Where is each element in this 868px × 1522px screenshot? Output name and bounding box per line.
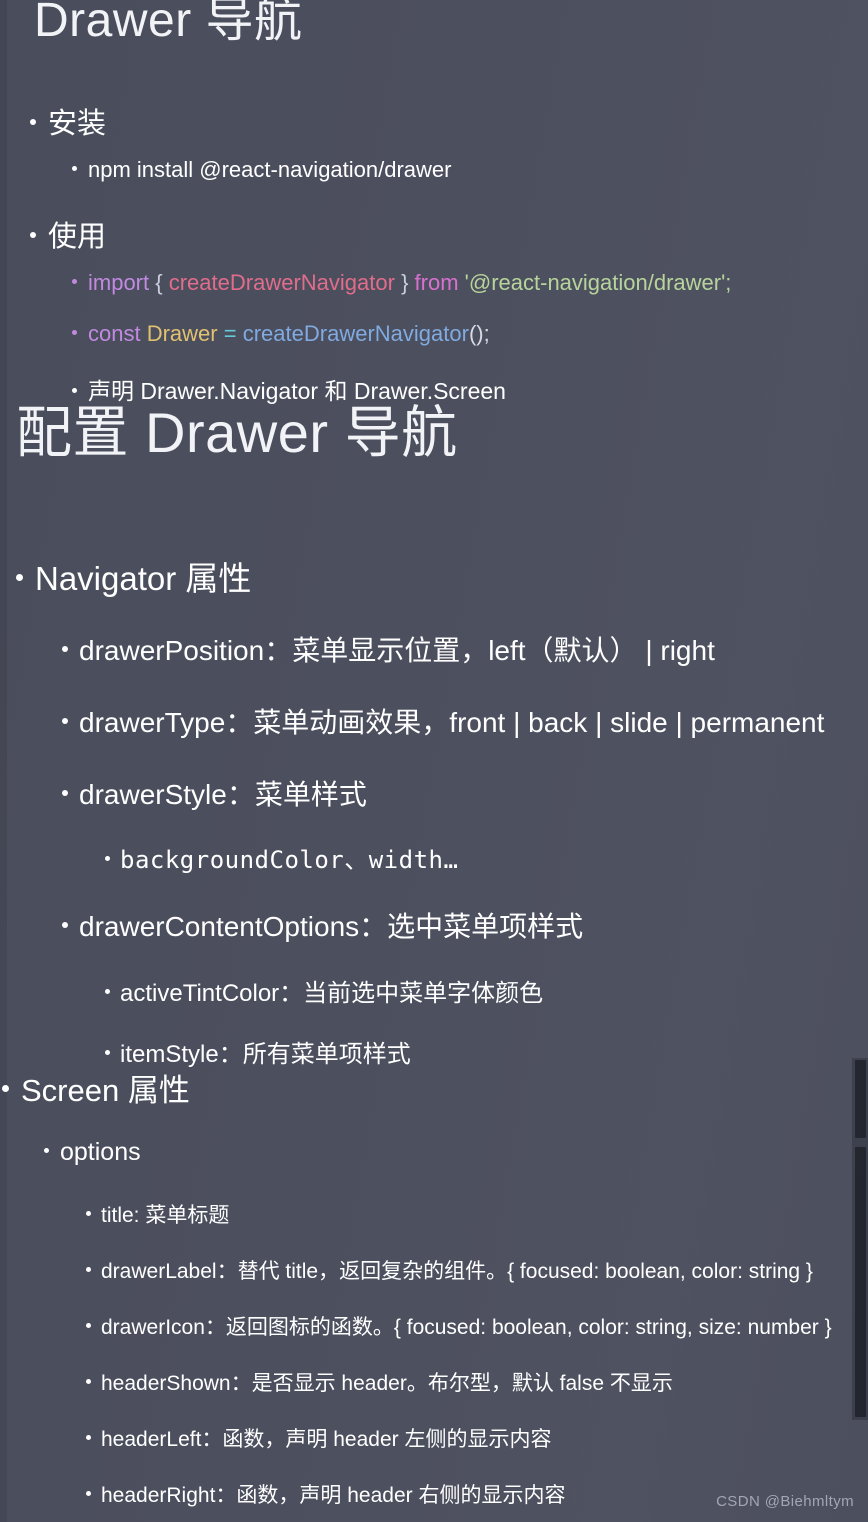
token-brace-open: { bbox=[155, 270, 163, 295]
section-heading-navigator: Navigator 属性 bbox=[16, 552, 251, 600]
bullet-icon bbox=[16, 574, 23, 581]
list-item: drawerContentOptions：选中菜单项样式 bbox=[62, 905, 583, 945]
list-item-label: headerRight：函数，声明 header 右侧的显示内容 bbox=[101, 1484, 566, 1507]
bullet-icon bbox=[72, 279, 77, 284]
vertical-scrollbar-thumb-lower[interactable] bbox=[855, 1147, 866, 1417]
bullet-icon bbox=[2, 1085, 9, 1092]
bullet-icon bbox=[72, 330, 77, 335]
bullet-icon bbox=[86, 1379, 91, 1384]
list-item: npm install @react-navigation/drawer bbox=[72, 157, 452, 183]
token-variable-name: Drawer bbox=[146, 321, 218, 346]
list-item: drawerStyle：菜单样式 bbox=[62, 773, 367, 813]
bullet-icon bbox=[62, 922, 68, 928]
screen-glare-overlay bbox=[0, 0, 868, 1522]
list-item-label: 安装 bbox=[48, 108, 107, 140]
list-item: title: 菜单标题 bbox=[86, 1199, 229, 1229]
bullet-icon bbox=[86, 1323, 91, 1328]
code-tokens: const Drawer = createDrawerNavigator(); bbox=[88, 321, 490, 347]
watermark-label: CSDN @Biehmltym bbox=[716, 1493, 854, 1510]
token-identifier: createDrawerNavigator bbox=[168, 270, 395, 295]
bullet-icon bbox=[62, 790, 68, 796]
list-item-label: headerLeft：函数，声明 header 左侧的显示内容 bbox=[101, 1428, 552, 1451]
list-item: drawerPosition：菜单显示位置，left（默认） | right bbox=[62, 629, 715, 669]
page-title-configure-drawer: 配置 Drawer 导航 bbox=[16, 401, 458, 464]
bullet-icon bbox=[62, 718, 68, 724]
bullet-icon bbox=[86, 1435, 91, 1440]
bullet-icon bbox=[105, 1050, 110, 1055]
list-item: headerRight：函数，声明 header 右侧的显示内容 bbox=[86, 1479, 565, 1509]
token-module-string: '@react-navigation/drawer'; bbox=[464, 270, 732, 295]
bullet-icon bbox=[30, 119, 36, 125]
bullet-icon bbox=[105, 989, 110, 994]
code-line-import: import { createDrawerNavigator } from '@… bbox=[72, 270, 731, 296]
list-item: headerLeft：函数，声明 header 左侧的显示内容 bbox=[86, 1423, 551, 1453]
section-heading-screen: Screen 属性 bbox=[2, 1065, 190, 1110]
list-item-label: backgroundColor、width… bbox=[120, 846, 459, 874]
list-item-label: options bbox=[60, 1138, 141, 1166]
list-item-label: drawerStyle：菜单样式 bbox=[79, 779, 367, 810]
token-function-name: createDrawerNavigator bbox=[242, 321, 469, 346]
list-item: itemStyle：所有菜单项样式 bbox=[105, 1034, 411, 1069]
list-item: 安装 bbox=[30, 100, 106, 142]
bullet-icon bbox=[44, 1148, 49, 1153]
list-item-label: itemStyle：所有菜单项样式 bbox=[120, 1041, 411, 1068]
list-item: options bbox=[44, 1138, 141, 1167]
token-operator: = bbox=[223, 321, 237, 346]
list-item-label: activeTintColor：当前选中菜单字体颜色 bbox=[120, 980, 544, 1007]
bullet-icon bbox=[30, 232, 36, 238]
list-item-label: title: 菜单标题 bbox=[101, 1204, 230, 1227]
list-item-label: drawerContentOptions：选中菜单项样式 bbox=[79, 911, 584, 942]
list-item-label: drawerPosition：菜单显示位置，left（默认） | right bbox=[79, 635, 715, 666]
list-item: activeTintColor：当前选中菜单字体颜色 bbox=[105, 973, 543, 1008]
token-keyword-from: from bbox=[414, 270, 459, 295]
list-item: backgroundColor、width… bbox=[105, 840, 458, 875]
list-item-label: headerShown：是否显示 header。布尔型，默认 false 不显示 bbox=[101, 1372, 673, 1395]
slide-viewer: Drawer 导航 安装 npm install @react-navigati… bbox=[0, 0, 868, 1522]
list-item: 使用 bbox=[30, 213, 106, 255]
list-item-label: 使用 bbox=[48, 221, 107, 253]
token-punctuation: (); bbox=[468, 321, 490, 346]
list-item: drawerLabel：替代 title，返回复杂的组件。{ focused: … bbox=[86, 1255, 813, 1285]
section-heading-label: Navigator 属性 bbox=[35, 560, 252, 597]
bullet-icon bbox=[86, 1267, 91, 1272]
bullet-icon bbox=[105, 856, 110, 861]
bullet-icon bbox=[62, 646, 68, 652]
bullet-icon bbox=[86, 1491, 91, 1496]
list-item-label: drawerLabel：替代 title，返回复杂的组件。{ focused: … bbox=[101, 1260, 813, 1283]
list-item-label: drawerType：菜单动画效果，front | back | slide |… bbox=[79, 707, 825, 738]
token-keyword-import: import bbox=[88, 270, 150, 295]
vertical-scrollbar-thumb[interactable] bbox=[855, 1060, 866, 1138]
page-title-drawer-navigation: Drawer 导航 bbox=[34, 0, 303, 47]
list-item: drawerType：菜单动画效果，front | back | slide |… bbox=[62, 701, 824, 741]
list-item-label: drawerIcon：返回图标的函数。{ focused: boolean, c… bbox=[101, 1316, 832, 1339]
bullet-icon bbox=[72, 388, 77, 393]
bullet-icon bbox=[86, 1211, 91, 1216]
code-tokens: import { createDrawerNavigator } from '@… bbox=[88, 270, 731, 296]
bullet-icon bbox=[72, 166, 77, 171]
list-item-label: npm install @react-navigation/drawer bbox=[88, 157, 452, 182]
list-item: headerShown：是否显示 header。布尔型，默认 false 不显示 bbox=[86, 1367, 673, 1397]
code-line-const: const Drawer = createDrawerNavigator(); bbox=[72, 321, 490, 347]
left-edge-strip bbox=[0, 0, 7, 1522]
section-heading-label: Screen 属性 bbox=[21, 1073, 190, 1108]
list-item: drawerIcon：返回图标的函数。{ focused: boolean, c… bbox=[86, 1311, 832, 1341]
token-keyword-const: const bbox=[88, 321, 141, 346]
